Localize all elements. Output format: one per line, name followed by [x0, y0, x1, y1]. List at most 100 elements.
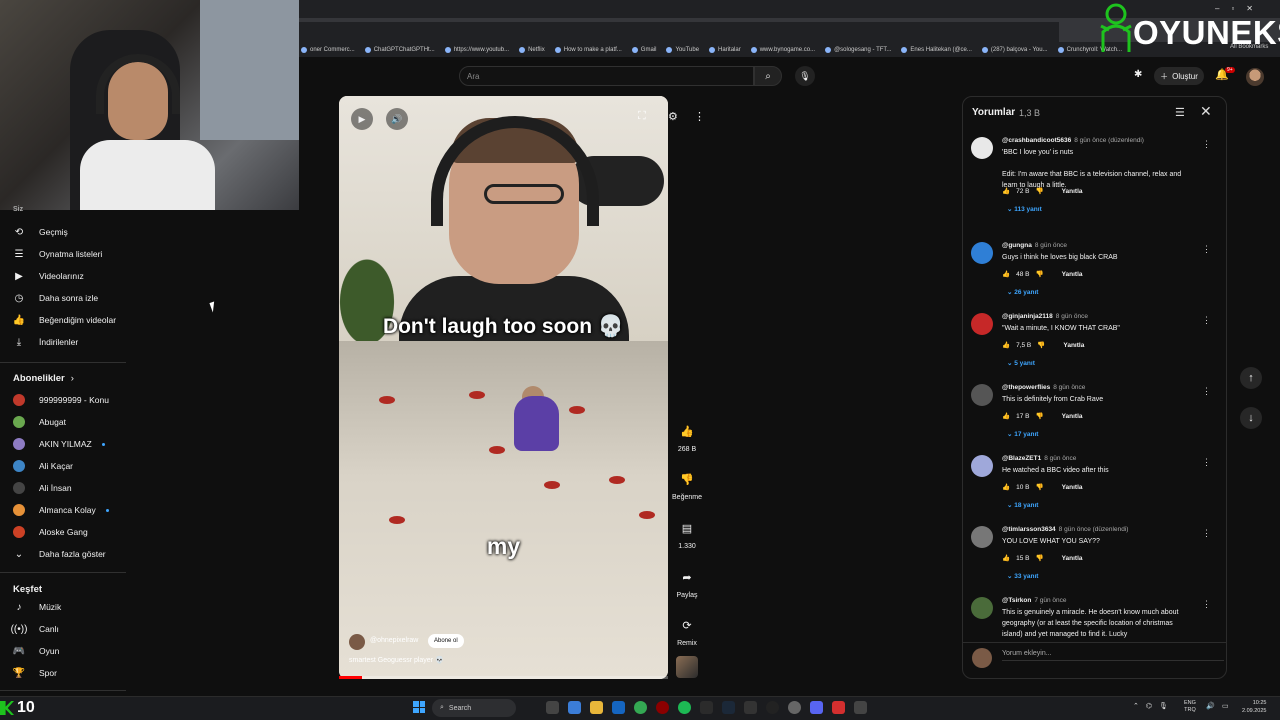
- obs-icon[interactable]: [766, 701, 779, 714]
- avatar[interactable]: [971, 526, 993, 548]
- language-indicator[interactable]: ENG TRQ: [1184, 700, 1196, 714]
- volume-tray-icon[interactable]: 🔊: [1206, 702, 1215, 710]
- reply-button[interactable]: Yanıtla: [1062, 413, 1083, 420]
- avatar[interactable]: [971, 384, 993, 406]
- more-options-icon[interactable]: ⋮: [694, 110, 705, 123]
- next-short-button[interactable]: ↓: [1240, 407, 1262, 429]
- sidebar-item-liked[interactable]: 👍 Beğendiğim videolar: [13, 311, 116, 329]
- app-icon[interactable]: [854, 701, 867, 714]
- settings-cast-icon[interactable]: ✱: [1134, 69, 1142, 80]
- sidebar-item-live[interactable]: ((•)) Canlı: [11, 620, 59, 638]
- sidebar-item-gaming[interactable]: 🎮 Oyun: [13, 642, 60, 660]
- video-progress-bar[interactable]: [339, 676, 668, 679]
- sidebar-subscription[interactable]: Aloske Gang: [13, 523, 88, 541]
- shorts-video-player[interactable]: [339, 96, 668, 679]
- sidebar-item-download[interactable]: ⤓ İndirilenler: [13, 333, 78, 351]
- opera-icon[interactable]: [656, 701, 669, 714]
- outlook-icon[interactable]: [612, 701, 625, 714]
- sidebar-item-history[interactable]: ⟲ Geçmiş: [13, 223, 68, 241]
- avatar[interactable]: [971, 313, 993, 335]
- comment-author[interactable]: @BlazeZET1: [1002, 455, 1041, 462]
- sidebar-subscription[interactable]: AKIN YILMAZ: [13, 435, 105, 453]
- taskbar-search[interactable]: ⌕ Search: [432, 699, 516, 717]
- user-avatar[interactable]: [1246, 68, 1264, 86]
- comment-author[interactable]: @Tsirkon: [1002, 597, 1031, 604]
- avatar[interactable]: [971, 455, 993, 477]
- previous-short-button[interactable]: ↑: [1240, 367, 1262, 389]
- reply-button[interactable]: Yanıtla: [1062, 555, 1083, 562]
- avatar[interactable]: [971, 137, 993, 159]
- comment-author[interactable]: @timlarsson3634: [1002, 526, 1056, 533]
- view-replies-button[interactable]: ⌄ 33 yanıt: [1007, 572, 1038, 580]
- bookmark-item[interactable]: www.bynogame.co...: [750, 46, 815, 53]
- active-tab[interactable]: [299, 22, 1059, 42]
- bookmark-item[interactable]: Gmail: [631, 46, 656, 53]
- bookmark-item[interactable]: Haritalar: [709, 46, 741, 53]
- subscribe-button[interactable]: Abone ol: [428, 634, 464, 648]
- view-replies-button[interactable]: ⌄ 17 yanıt: [1007, 430, 1038, 438]
- comment-author[interactable]: @gungna: [1002, 242, 1032, 249]
- reply-button[interactable]: Yanıtla: [1063, 342, 1084, 349]
- task-view-icon[interactable]: [546, 701, 559, 714]
- battery-icon[interactable]: ▭: [1222, 702, 1229, 710]
- like-button[interactable]: 👍 268 B: [672, 420, 702, 454]
- file-explorer-icon[interactable]: [590, 701, 603, 714]
- gear-icon[interactable]: ⚙: [668, 110, 678, 123]
- spotify-icon[interactable]: [678, 701, 691, 714]
- thumbs-up-icon[interactable]: 👍: [1002, 341, 1010, 349]
- bookmark-item[interactable]: ChatGPTChatGPTHt...: [364, 46, 435, 53]
- bookmark-item[interactable]: Netflix: [519, 46, 545, 53]
- bookmark-item[interactable]: https://www.youtub...: [444, 46, 509, 53]
- search-button[interactable]: ⌕: [754, 66, 782, 86]
- video-title[interactable]: smartest Geoguessr player 💀: [349, 656, 444, 664]
- more-options-icon[interactable]: ⋮: [1202, 315, 1211, 326]
- taskbar-clock[interactable]: 10:25 2.09.2025: [1242, 699, 1266, 715]
- steam-icon[interactable]: [722, 701, 735, 714]
- bookmark-item[interactable]: @sologesang - TFT...: [825, 46, 891, 53]
- remix-thumbnail[interactable]: [676, 656, 698, 678]
- channel-avatar[interactable]: [349, 634, 365, 650]
- play-button[interactable]: ▶: [351, 108, 373, 130]
- share-button[interactable]: ➦ Paylaş: [672, 566, 702, 600]
- bookmark-item[interactable]: oner Commerc...: [301, 46, 355, 53]
- comments-button[interactable]: ▤ 1.330: [672, 517, 702, 551]
- more-options-icon[interactable]: ⋮: [1202, 528, 1211, 539]
- thumbs-down-icon[interactable]: 👎: [1035, 554, 1043, 562]
- remix-button[interactable]: ⟳ Remix: [672, 614, 702, 648]
- add-comment-input[interactable]: Yorum ekleyin...: [1002, 650, 1224, 661]
- more-options-icon[interactable]: ⋮: [1202, 244, 1211, 255]
- comment-author[interactable]: @crashbandicoot5636: [1002, 137, 1071, 144]
- sidebar-you-heading[interactable]: Siz: [13, 206, 23, 213]
- volume-button[interactable]: 🔊: [386, 108, 408, 130]
- sidebar-item-music[interactable]: ♪ Müzik: [13, 598, 62, 616]
- sidebar-item-watch-later[interactable]: ◷ Daha sonra izle: [13, 289, 98, 307]
- view-replies-button[interactable]: ⌄ 113 yanıt: [1007, 205, 1042, 213]
- thumbs-down-icon[interactable]: 👎: [1035, 270, 1043, 278]
- avatar[interactable]: [971, 597, 993, 619]
- comment-author[interactable]: @thepowerflies: [1002, 384, 1050, 391]
- show-more-button[interactable]: ⌄ Daha fazla göster: [13, 545, 106, 563]
- thumbs-up-icon[interactable]: 👍: [1002, 270, 1010, 278]
- fullscreen-icon[interactable]: ⛶: [638, 110, 646, 123]
- app-icon[interactable]: [744, 701, 757, 714]
- avatar[interactable]: [971, 242, 993, 264]
- bookmark-item[interactable]: YouTube: [666, 46, 699, 53]
- system-tray[interactable]: ⌃ ⌬ 🎙: [1133, 702, 1168, 710]
- settings-icon[interactable]: [788, 701, 801, 714]
- thumbs-down-icon[interactable]: 👎: [1037, 341, 1045, 349]
- start-button[interactable]: [413, 701, 425, 713]
- view-replies-button[interactable]: ⌄ 18 yanıt: [1007, 501, 1038, 509]
- reply-button[interactable]: Yanıtla: [1062, 484, 1083, 491]
- window-controls[interactable]: –▫✕: [1215, 4, 1265, 13]
- sidebar-item-your-videos[interactable]: ▶ Videolarınız: [13, 267, 84, 285]
- bookmark-item[interactable]: How to make a platf...: [554, 46, 622, 53]
- thumbs-up-icon[interactable]: 👍: [1002, 483, 1010, 491]
- discord-icon[interactable]: [810, 701, 823, 714]
- app-red-icon[interactable]: [832, 701, 845, 714]
- sidebar-subscription[interactable]: Almanca Kolay: [13, 501, 109, 519]
- thumbs-down-icon[interactable]: 👎: [1035, 483, 1043, 491]
- bookmark-item[interactable]: Enes Halitekan (@ce...: [901, 46, 972, 53]
- create-button[interactable]: ＋ Oluştur: [1154, 67, 1204, 85]
- bookmark-item[interactable]: (287) balçova - You...: [981, 46, 1048, 53]
- sidebar-item-sports[interactable]: 🏆 Spor: [13, 664, 57, 682]
